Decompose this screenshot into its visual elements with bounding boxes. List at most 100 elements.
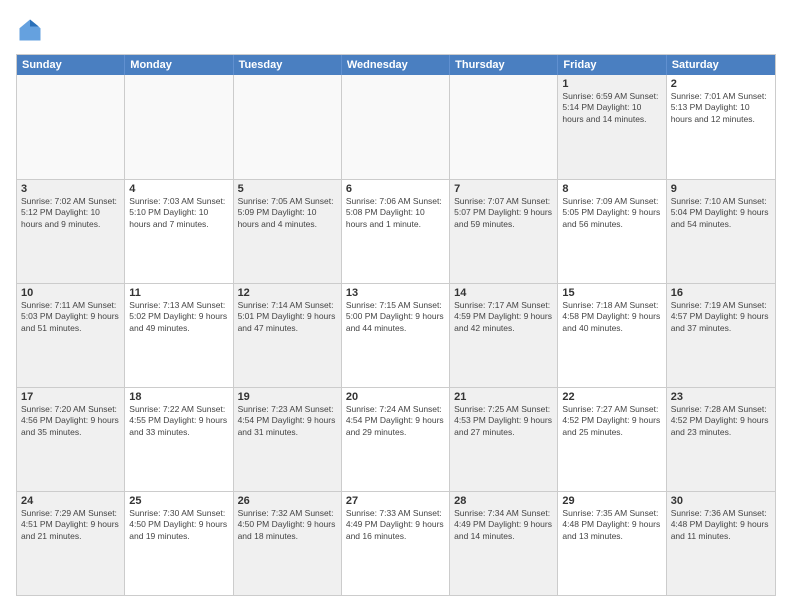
day-number: 9: [671, 183, 771, 195]
day-number: 5: [238, 183, 337, 195]
calendar-cell: 5Sunrise: 7:05 AM Sunset: 5:09 PM Daylig…: [234, 180, 342, 283]
day-number: 14: [454, 287, 553, 299]
day-info: Sunrise: 7:27 AM Sunset: 4:52 PM Dayligh…: [562, 404, 661, 438]
day-info: Sunrise: 7:32 AM Sunset: 4:50 PM Dayligh…: [238, 508, 337, 542]
day-number: 20: [346, 391, 445, 403]
day-number: 1: [562, 78, 661, 90]
calendar-cell: 18Sunrise: 7:22 AM Sunset: 4:55 PM Dayli…: [125, 388, 233, 491]
calendar-cell: 9Sunrise: 7:10 AM Sunset: 5:04 PM Daylig…: [667, 180, 775, 283]
day-info: Sunrise: 7:36 AM Sunset: 4:48 PM Dayligh…: [671, 508, 771, 542]
calendar-cell: 23Sunrise: 7:28 AM Sunset: 4:52 PM Dayli…: [667, 388, 775, 491]
day-info: Sunrise: 7:33 AM Sunset: 4:49 PM Dayligh…: [346, 508, 445, 542]
day-info: Sunrise: 7:06 AM Sunset: 5:08 PM Dayligh…: [346, 196, 445, 230]
calendar-cell: 30Sunrise: 7:36 AM Sunset: 4:48 PM Dayli…: [667, 492, 775, 595]
calendar-cell: 13Sunrise: 7:15 AM Sunset: 5:00 PM Dayli…: [342, 284, 450, 387]
day-number: 23: [671, 391, 771, 403]
day-info: Sunrise: 7:13 AM Sunset: 5:02 PM Dayligh…: [129, 300, 228, 334]
day-number: 21: [454, 391, 553, 403]
logo-icon: [16, 16, 44, 44]
header-cell-friday: Friday: [558, 55, 666, 75]
calendar-body: 1Sunrise: 6:59 AM Sunset: 5:14 PM Daylig…: [17, 75, 775, 595]
day-info: Sunrise: 7:25 AM Sunset: 4:53 PM Dayligh…: [454, 404, 553, 438]
calendar-cell: [342, 75, 450, 179]
day-info: Sunrise: 7:18 AM Sunset: 4:58 PM Dayligh…: [562, 300, 661, 334]
day-number: 24: [21, 495, 120, 507]
day-number: 15: [562, 287, 661, 299]
day-info: Sunrise: 7:17 AM Sunset: 4:59 PM Dayligh…: [454, 300, 553, 334]
calendar-row: 10Sunrise: 7:11 AM Sunset: 5:03 PM Dayli…: [17, 283, 775, 387]
calendar-cell: 29Sunrise: 7:35 AM Sunset: 4:48 PM Dayli…: [558, 492, 666, 595]
calendar-cell: 10Sunrise: 7:11 AM Sunset: 5:03 PM Dayli…: [17, 284, 125, 387]
day-info: Sunrise: 7:14 AM Sunset: 5:01 PM Dayligh…: [238, 300, 337, 334]
day-number: 13: [346, 287, 445, 299]
day-number: 26: [238, 495, 337, 507]
calendar-cell: 21Sunrise: 7:25 AM Sunset: 4:53 PM Dayli…: [450, 388, 558, 491]
day-number: 16: [671, 287, 771, 299]
calendar-cell: 28Sunrise: 7:34 AM Sunset: 4:49 PM Dayli…: [450, 492, 558, 595]
day-info: Sunrise: 7:03 AM Sunset: 5:10 PM Dayligh…: [129, 196, 228, 230]
calendar: SundayMondayTuesdayWednesdayThursdayFrid…: [16, 54, 776, 596]
calendar-cell: 6Sunrise: 7:06 AM Sunset: 5:08 PM Daylig…: [342, 180, 450, 283]
calendar-row: 3Sunrise: 7:02 AM Sunset: 5:12 PM Daylig…: [17, 179, 775, 283]
calendar-cell: 2Sunrise: 7:01 AM Sunset: 5:13 PM Daylig…: [667, 75, 775, 179]
day-number: 22: [562, 391, 661, 403]
calendar-cell: 7Sunrise: 7:07 AM Sunset: 5:07 PM Daylig…: [450, 180, 558, 283]
day-info: Sunrise: 7:34 AM Sunset: 4:49 PM Dayligh…: [454, 508, 553, 542]
day-info: Sunrise: 7:30 AM Sunset: 4:50 PM Dayligh…: [129, 508, 228, 542]
day-info: Sunrise: 7:24 AM Sunset: 4:54 PM Dayligh…: [346, 404, 445, 438]
header: [16, 16, 776, 44]
header-cell-sunday: Sunday: [17, 55, 125, 75]
day-info: Sunrise: 7:11 AM Sunset: 5:03 PM Dayligh…: [21, 300, 120, 334]
day-number: 6: [346, 183, 445, 195]
day-number: 18: [129, 391, 228, 403]
calendar-cell: 17Sunrise: 7:20 AM Sunset: 4:56 PM Dayli…: [17, 388, 125, 491]
day-info: Sunrise: 6:59 AM Sunset: 5:14 PM Dayligh…: [562, 91, 661, 125]
calendar-row: 17Sunrise: 7:20 AM Sunset: 4:56 PM Dayli…: [17, 387, 775, 491]
day-number: 28: [454, 495, 553, 507]
day-info: Sunrise: 7:01 AM Sunset: 5:13 PM Dayligh…: [671, 91, 771, 125]
calendar-cell: 27Sunrise: 7:33 AM Sunset: 4:49 PM Dayli…: [342, 492, 450, 595]
day-info: Sunrise: 7:10 AM Sunset: 5:04 PM Dayligh…: [671, 196, 771, 230]
calendar-cell: 4Sunrise: 7:03 AM Sunset: 5:10 PM Daylig…: [125, 180, 233, 283]
calendar-row: 1Sunrise: 6:59 AM Sunset: 5:14 PM Daylig…: [17, 75, 775, 179]
day-number: 8: [562, 183, 661, 195]
day-info: Sunrise: 7:15 AM Sunset: 5:00 PM Dayligh…: [346, 300, 445, 334]
calendar-cell: 15Sunrise: 7:18 AM Sunset: 4:58 PM Dayli…: [558, 284, 666, 387]
day-number: 3: [21, 183, 120, 195]
calendar-cell: 11Sunrise: 7:13 AM Sunset: 5:02 PM Dayli…: [125, 284, 233, 387]
day-number: 27: [346, 495, 445, 507]
calendar-cell: 20Sunrise: 7:24 AM Sunset: 4:54 PM Dayli…: [342, 388, 450, 491]
calendar-cell: 8Sunrise: 7:09 AM Sunset: 5:05 PM Daylig…: [558, 180, 666, 283]
calendar-cell: 16Sunrise: 7:19 AM Sunset: 4:57 PM Dayli…: [667, 284, 775, 387]
day-info: Sunrise: 7:09 AM Sunset: 5:05 PM Dayligh…: [562, 196, 661, 230]
day-info: Sunrise: 7:20 AM Sunset: 4:56 PM Dayligh…: [21, 404, 120, 438]
calendar-cell: [234, 75, 342, 179]
day-number: 11: [129, 287, 228, 299]
day-info: Sunrise: 7:19 AM Sunset: 4:57 PM Dayligh…: [671, 300, 771, 334]
day-number: 12: [238, 287, 337, 299]
calendar-cell: 26Sunrise: 7:32 AM Sunset: 4:50 PM Dayli…: [234, 492, 342, 595]
header-cell-monday: Monday: [125, 55, 233, 75]
day-info: Sunrise: 7:35 AM Sunset: 4:48 PM Dayligh…: [562, 508, 661, 542]
day-number: 2: [671, 78, 771, 90]
day-number: 29: [562, 495, 661, 507]
calendar-cell: [125, 75, 233, 179]
day-number: 25: [129, 495, 228, 507]
calendar-cell: 24Sunrise: 7:29 AM Sunset: 4:51 PM Dayli…: [17, 492, 125, 595]
page: SundayMondayTuesdayWednesdayThursdayFrid…: [0, 0, 792, 612]
day-number: 4: [129, 183, 228, 195]
calendar-cell: 1Sunrise: 6:59 AM Sunset: 5:14 PM Daylig…: [558, 75, 666, 179]
calendar-cell: 14Sunrise: 7:17 AM Sunset: 4:59 PM Dayli…: [450, 284, 558, 387]
day-info: Sunrise: 7:29 AM Sunset: 4:51 PM Dayligh…: [21, 508, 120, 542]
calendar-cell: 22Sunrise: 7:27 AM Sunset: 4:52 PM Dayli…: [558, 388, 666, 491]
day-info: Sunrise: 7:07 AM Sunset: 5:07 PM Dayligh…: [454, 196, 553, 230]
calendar-cell: 19Sunrise: 7:23 AM Sunset: 4:54 PM Dayli…: [234, 388, 342, 491]
day-number: 19: [238, 391, 337, 403]
day-number: 7: [454, 183, 553, 195]
header-cell-saturday: Saturday: [667, 55, 775, 75]
day-info: Sunrise: 7:23 AM Sunset: 4:54 PM Dayligh…: [238, 404, 337, 438]
calendar-header: SundayMondayTuesdayWednesdayThursdayFrid…: [17, 55, 775, 75]
calendar-cell: [450, 75, 558, 179]
calendar-cell: 12Sunrise: 7:14 AM Sunset: 5:01 PM Dayli…: [234, 284, 342, 387]
day-number: 10: [21, 287, 120, 299]
